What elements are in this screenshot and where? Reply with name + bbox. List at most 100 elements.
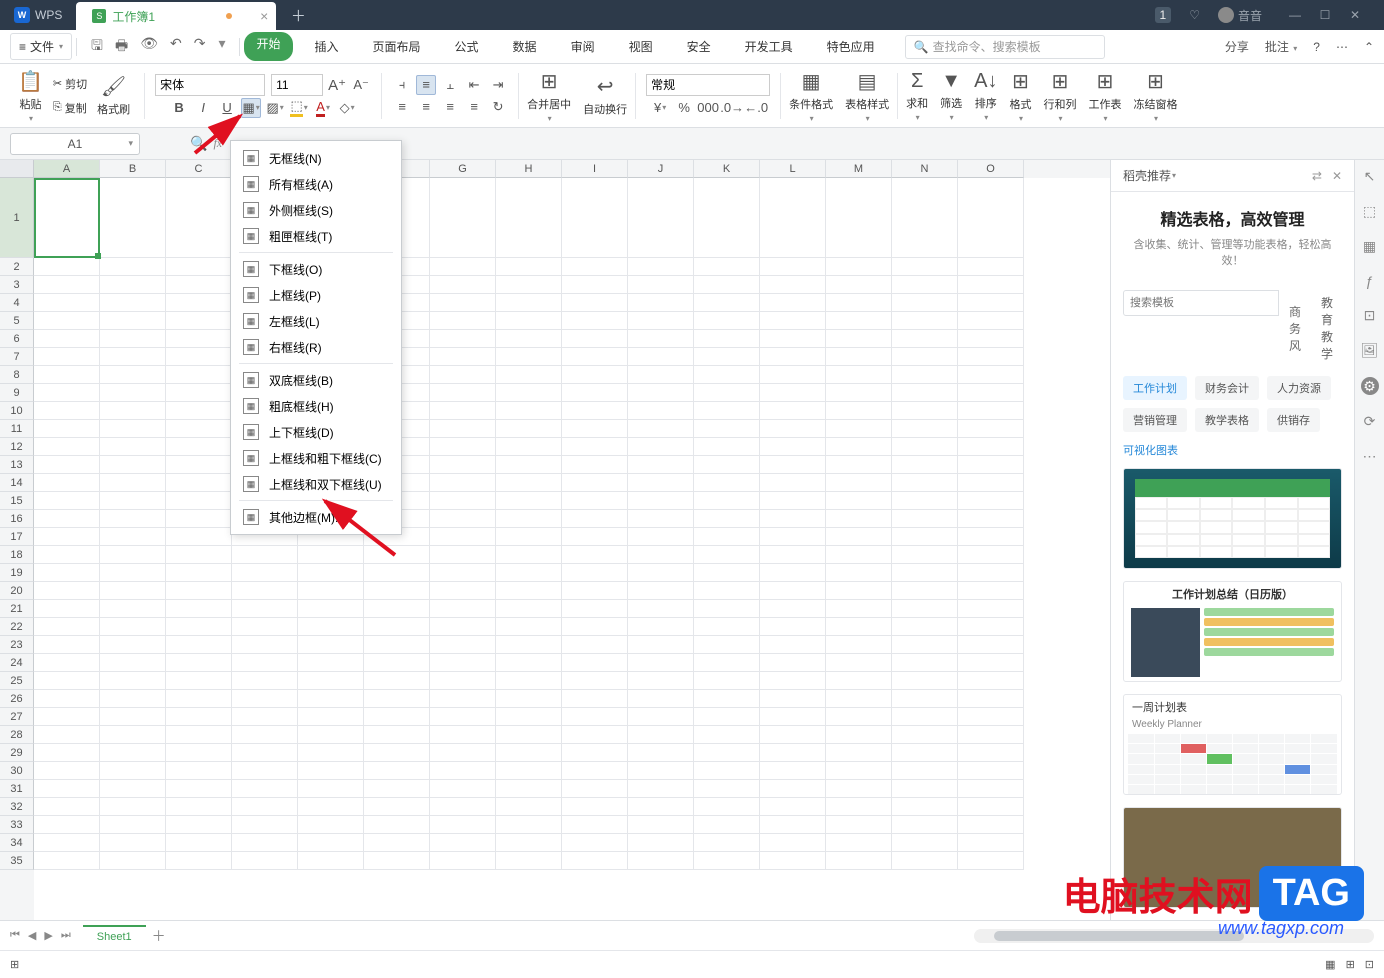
row-header[interactable]: 33 [0, 816, 34, 834]
row-header[interactable]: 8 [0, 366, 34, 384]
indent-inc-icon[interactable]: ⇥ [488, 75, 508, 95]
col-header[interactable]: B [100, 160, 166, 178]
tag-teaching[interactable]: 教学表格 [1195, 408, 1259, 432]
tab-home[interactable]: 开始 [244, 32, 292, 61]
sheet-prev-icon[interactable]: ◀ [28, 929, 36, 942]
undo-icon[interactable]: ↶ [170, 35, 182, 59]
col-header[interactable]: G [430, 160, 496, 178]
row-header[interactable]: 28 [0, 726, 34, 744]
border-menu-item[interactable]: ▦粗匣框线(T) [231, 223, 401, 249]
row-header[interactable]: 14 [0, 474, 34, 492]
redo-icon[interactable]: ↷ [194, 35, 206, 59]
row-header[interactable]: 32 [0, 798, 34, 816]
border-icon[interactable]: ▦▾ [241, 98, 261, 118]
tag-workplan[interactable]: 工作计划 [1123, 376, 1187, 400]
row-header[interactable]: 5 [0, 312, 34, 330]
align-bottom-icon[interactable]: ⫠ [440, 75, 460, 95]
row-header[interactable]: 18 [0, 546, 34, 564]
sheet-next-icon[interactable]: ▶ [44, 929, 52, 942]
row-header[interactable]: 13 [0, 456, 34, 474]
wrap-button[interactable]: ↩自动换行 [579, 74, 631, 117]
border-menu-item[interactable]: ▦左框线(L) [231, 308, 401, 334]
more-tool-icon[interactable]: ⋯ [1363, 448, 1377, 465]
border-menu-item[interactable]: ▦无框线(N) [231, 145, 401, 171]
row-header[interactable]: 6 [0, 330, 34, 348]
fill-color-icon[interactable]: ⬚▾ [289, 98, 309, 118]
notification-badge[interactable]: 1 [1155, 7, 1172, 23]
border-menu-item[interactable]: ▦上下框线(D) [231, 419, 401, 445]
dec-decimal-icon[interactable]: ←.0 [746, 98, 766, 118]
col-header[interactable]: H [496, 160, 562, 178]
sheet-tab-active[interactable]: Sheet1 [83, 925, 146, 947]
status-mode-icon[interactable]: ⊞ [10, 958, 19, 971]
print-icon[interactable]: 🖶 [115, 35, 128, 59]
row-header[interactable]: 12 [0, 438, 34, 456]
row-header[interactable]: 7 [0, 348, 34, 366]
row-header[interactable]: 35 [0, 852, 34, 870]
align-middle-icon[interactable]: ≡ [416, 75, 436, 95]
sheet-first-icon[interactable]: ⏮ [10, 929, 20, 942]
template-item-3[interactable]: 一周计划表Weekly Planner [1123, 694, 1342, 795]
help-icon[interactable]: ? [1313, 40, 1320, 54]
col-header[interactable]: K [694, 160, 760, 178]
minimize-button[interactable]: — [1280, 0, 1310, 30]
save-icon[interactable]: 🖫 [91, 35, 103, 59]
tab-devtools[interactable]: 开发工具 [733, 32, 805, 61]
tab-insert[interactable]: 插入 [303, 32, 351, 61]
col-header[interactable]: C [166, 160, 232, 178]
row-header[interactable]: 25 [0, 672, 34, 690]
file-menu[interactable]: ≡ 文件 ▾ [10, 33, 72, 60]
row-header[interactable]: 29 [0, 744, 34, 762]
font-size-select[interactable] [271, 74, 323, 96]
row-header[interactable]: 1 [0, 178, 34, 258]
history-tool-icon[interactable]: ⟳ [1364, 413, 1376, 430]
name-box[interactable]: A1 [10, 133, 140, 155]
add-sheet-button[interactable]: ＋ [152, 926, 166, 946]
row-header[interactable]: 30 [0, 762, 34, 780]
template-search-input[interactable] [1123, 290, 1279, 316]
italic-icon[interactable]: I [193, 98, 213, 118]
cursor-tool-icon[interactable]: ↖ [1364, 168, 1376, 185]
horizontal-scrollbar[interactable] [974, 929, 1374, 943]
row-header[interactable]: 17 [0, 528, 34, 546]
paste-button[interactable]: 📋粘贴▾ [14, 69, 47, 123]
border-menu-item[interactable]: ▦其他边框(M)... [231, 504, 401, 530]
row-header[interactable]: 23 [0, 636, 34, 654]
clear-format-icon[interactable]: ◇▾ [337, 98, 357, 118]
col-header[interactable]: L [760, 160, 826, 178]
close-tab-icon[interactable]: × [260, 8, 268, 24]
doc-tab-active[interactable]: S 工作簿1 × [76, 2, 276, 30]
row-header[interactable]: 26 [0, 690, 34, 708]
orientation-icon[interactable]: ↻ [488, 97, 508, 117]
sum-button[interactable]: Σ求和▾ [902, 70, 932, 122]
align-right-icon[interactable]: ≡ [440, 97, 460, 117]
row-header[interactable]: 21 [0, 600, 34, 618]
select-tool-icon[interactable]: ⬚ [1363, 203, 1376, 220]
border-menu-item[interactable]: ▦外侧框线(S) [231, 197, 401, 223]
maximize-button[interactable]: ☐ [1310, 0, 1340, 30]
tab-special[interactable]: 特色应用 [815, 32, 887, 61]
table-tool-icon[interactable]: ▦ [1363, 238, 1376, 255]
row-header[interactable]: 31 [0, 780, 34, 798]
fill-pattern-icon[interactable]: ▨▾ [265, 98, 285, 118]
col-header[interactable]: M [826, 160, 892, 178]
collapse-ribbon-icon[interactable]: ⌃ [1364, 40, 1374, 54]
tab-security[interactable]: 安全 [675, 32, 723, 61]
border-menu-item[interactable]: ▦所有框线(A) [231, 171, 401, 197]
app-logo[interactable]: W WPS [0, 7, 76, 23]
tab-data[interactable]: 数据 [501, 32, 549, 61]
filter-button[interactable]: ▼筛选▾ [936, 70, 966, 122]
row-header[interactable]: 4 [0, 294, 34, 312]
copy-button[interactable]: ⎘ 复制 [51, 98, 89, 118]
font-name-select[interactable] [155, 74, 265, 96]
row-header[interactable]: 27 [0, 708, 34, 726]
border-menu-item[interactable]: ▦双底框线(B) [231, 367, 401, 393]
freeze-button[interactable]: ⊞冻结窗格▾ [1129, 69, 1181, 123]
new-tab-button[interactable]: ＋ [284, 3, 312, 27]
border-menu-item[interactable]: ▦右框线(R) [231, 334, 401, 360]
col-header[interactable]: N [892, 160, 958, 178]
table-style-button[interactable]: ▤表格样式▾ [841, 69, 893, 123]
number-format-select[interactable] [646, 74, 770, 96]
panel-settings-icon[interactable]: ⇄ [1312, 169, 1322, 183]
cut-button[interactable]: ✂ 剪切 [51, 74, 89, 94]
